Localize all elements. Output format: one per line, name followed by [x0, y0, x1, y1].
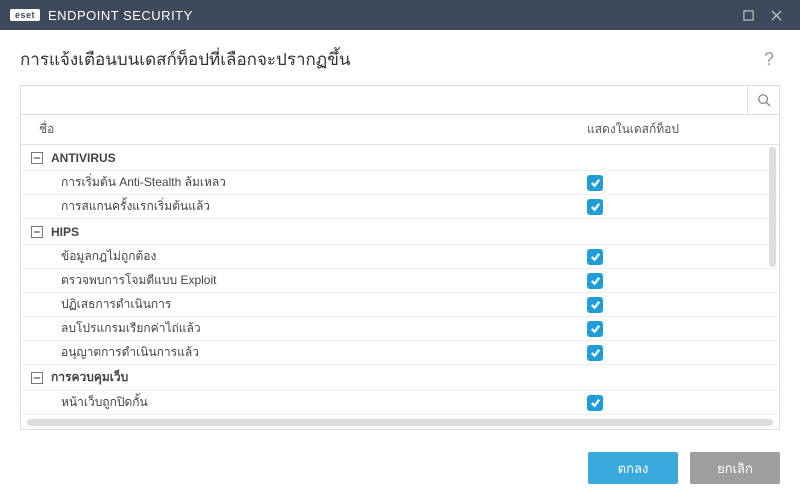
item-check-cell: [581, 321, 779, 337]
group-row[interactable]: ANTIVIRUS: [21, 145, 779, 171]
item-check-cell: [581, 273, 779, 289]
group-label: การควบคุมเว็บ: [51, 368, 128, 387]
item-row: อนุญาตการดำเนินการแล้ว: [21, 341, 779, 365]
item-label: อนุญาตการดำเนินการแล้ว: [21, 343, 581, 362]
item-row: ลบโปรแกรมเรียกค่าไถ่แล้ว: [21, 317, 779, 341]
checkbox[interactable]: [587, 321, 603, 337]
item-check-cell: [581, 175, 779, 191]
item-label: การสแกนครั้งแรกเริ่มต้นแล้ว: [21, 197, 581, 216]
table-header: ชื่อ แสดงในเดสก์ท็อป: [21, 115, 779, 145]
window-maximize-button[interactable]: [734, 1, 762, 29]
col-header-show[interactable]: แสดงในเดสก์ท็อป: [581, 120, 779, 139]
horizontal-scrollbar[interactable]: [27, 419, 773, 426]
item-row: หน้าเว็บถูกปิดกั้น: [21, 391, 779, 415]
item-label: ปฏิเสธการดำเนินการ: [21, 295, 581, 314]
checkbox[interactable]: [587, 175, 603, 191]
checkbox[interactable]: [587, 395, 603, 411]
item-row: ปฏิเสธการดำเนินการ: [21, 293, 779, 317]
item-label: ข้อมูลกฎไม่ถูกต้อง: [21, 247, 581, 266]
content: ชื่อ แสดงในเดสก์ท็อป ANTIVIRUS การเริ่มต้…: [0, 85, 800, 440]
page-title: การแจ้งเตือนบนเดสก์ท็อปที่เลือกจะปรากฏขึ…: [20, 46, 758, 73]
footer: ตกลง ยกเลิก: [0, 440, 800, 500]
checkbox[interactable]: [587, 199, 603, 215]
help-icon[interactable]: ?: [758, 49, 780, 70]
collapse-icon[interactable]: [31, 372, 43, 384]
window-close-button[interactable]: [762, 1, 790, 29]
col-header-name[interactable]: ชื่อ: [21, 120, 581, 139]
item-row: การเริ่มต้น Anti-Stealth ล้มเหลว: [21, 171, 779, 195]
group-row[interactable]: HIPS: [21, 219, 779, 245]
checkbox[interactable]: [587, 345, 603, 361]
cancel-button[interactable]: ยกเลิก: [690, 452, 780, 484]
vertical-scrollbar[interactable]: [769, 147, 776, 267]
brand-product: ENDPOINT SECURITY: [48, 8, 193, 23]
item-check-cell: [581, 297, 779, 313]
group-row[interactable]: การควบคุมเว็บ: [21, 365, 779, 391]
item-check-cell: [581, 249, 779, 265]
checkbox[interactable]: [587, 273, 603, 289]
item-label: ลบโปรแกรมเรียกค่าไถ่แล้ว: [21, 319, 581, 338]
item-row: การสแกนครั้งแรกเริ่มต้นแล้ว: [21, 195, 779, 219]
header: การแจ้งเตือนบนเดสก์ท็อปที่เลือกจะปรากฏขึ…: [0, 30, 800, 85]
brand-logo: eset: [10, 9, 40, 21]
item-label: หน้าเว็บถูกปิดกั้น: [21, 393, 581, 412]
item-label: ตรวจพบการโจมตีแบบ Exploit: [21, 271, 581, 290]
item-check-cell: [581, 345, 779, 361]
item-check-cell: [581, 395, 779, 411]
search-input[interactable]: [21, 86, 747, 114]
item-row: ตรวจพบการโจมตีแบบ Exploit: [21, 269, 779, 293]
titlebar: eset ENDPOINT SECURITY: [0, 0, 800, 30]
search-button[interactable]: [747, 86, 779, 114]
group-label: HIPS: [51, 225, 79, 239]
checkbox[interactable]: [587, 297, 603, 313]
collapse-icon[interactable]: [31, 226, 43, 238]
checkbox[interactable]: [587, 249, 603, 265]
item-row: ข้อมูลกฎไม่ถูกต้อง: [21, 245, 779, 269]
collapse-icon[interactable]: [31, 152, 43, 164]
item-check-cell: [581, 199, 779, 215]
table: ชื่อ แสดงในเดสก์ท็อป ANTIVIRUS การเริ่มต้…: [20, 115, 780, 430]
group-label: ANTIVIRUS: [51, 151, 116, 165]
ok-button[interactable]: ตกลง: [588, 452, 678, 484]
table-body: ANTIVIRUS การเริ่มต้น Anti-Stealth ล้มเหล…: [21, 145, 779, 429]
item-label: การเริ่มต้น Anti-Stealth ล้มเหลว: [21, 173, 581, 192]
search-row: [20, 85, 780, 115]
